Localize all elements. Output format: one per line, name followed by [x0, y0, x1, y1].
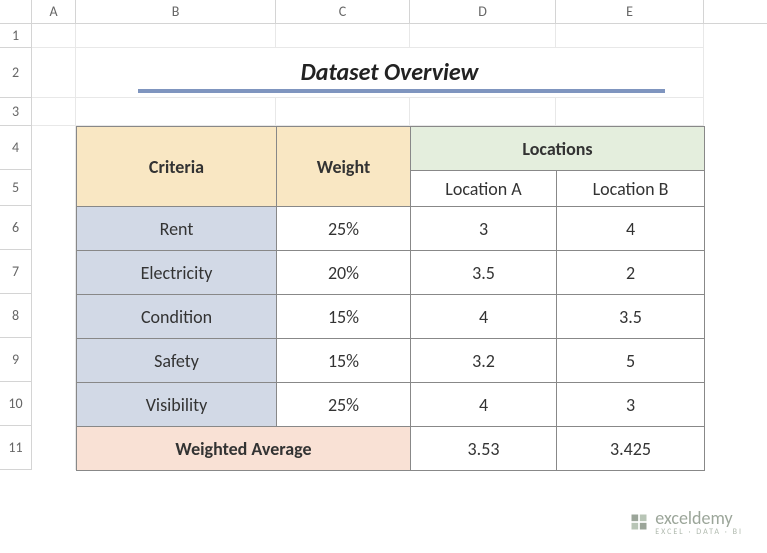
weighted-average-label[interactable]: Weighted Average [77, 427, 411, 471]
cell-D1[interactable] [410, 24, 556, 48]
brand-logo-icon [629, 512, 649, 532]
weighted-average-a[interactable]: 3.53 [411, 427, 557, 471]
criteria-cell[interactable]: Safety [77, 339, 277, 383]
header-weight[interactable]: Weight [277, 127, 411, 207]
table-row: Visibility 25% 4 3 [77, 383, 705, 427]
row-header-5[interactable]: 5 [0, 170, 32, 206]
header-criteria[interactable]: Criteria [77, 127, 277, 207]
loc-a-cell[interactable]: 4 [411, 383, 557, 427]
page-title-text: Dataset Overview [301, 58, 479, 87]
title-underline [138, 89, 665, 93]
loc-b-cell[interactable]: 2 [557, 251, 705, 295]
criteria-cell[interactable]: Condition [77, 295, 277, 339]
watermark-tagline: EXCEL · DATA · BI [655, 527, 743, 537]
cell-C1[interactable] [276, 24, 410, 48]
col-header-C[interactable]: C [276, 0, 410, 23]
cell-A-gutter[interactable] [32, 126, 76, 470]
column-header-row: A B C D E [0, 0, 767, 24]
header-locations[interactable]: Locations [411, 127, 705, 171]
select-all-corner[interactable] [0, 0, 32, 23]
loc-a-cell[interactable]: 3 [411, 207, 557, 251]
col-header-B[interactable]: B [76, 0, 276, 23]
table-row: Rent 25% 3 4 [77, 207, 705, 251]
weight-cell[interactable]: 25% [277, 207, 411, 251]
row-header-6[interactable]: 6 [0, 206, 32, 250]
row-header-11[interactable]: 11 [0, 426, 32, 470]
cell-D3[interactable] [410, 98, 556, 126]
criteria-cell[interactable]: Electricity [77, 251, 277, 295]
table-row: Condition 15% 4 3.5 [77, 295, 705, 339]
row-header-4[interactable]: 4 [0, 126, 32, 170]
row-header-1[interactable]: 1 [0, 24, 32, 48]
loc-a-cell[interactable]: 3.2 [411, 339, 557, 383]
row-header-2[interactable]: 2 [0, 48, 32, 98]
loc-b-cell[interactable]: 5 [557, 339, 705, 383]
row-header-column: 1 2 3 4 5 6 7 8 9 10 11 [0, 24, 32, 470]
cell-A3[interactable] [32, 98, 76, 126]
cell-B3[interactable] [76, 98, 276, 126]
watermark: exceldemy EXCEL · DATA · BI [629, 507, 743, 537]
col-header-A[interactable]: A [32, 0, 76, 23]
watermark-brand: exceldemy [655, 507, 732, 529]
loc-b-cell[interactable]: 3.5 [557, 295, 705, 339]
header-location-b[interactable]: Location B [557, 171, 705, 207]
weight-cell[interactable]: 15% [277, 339, 411, 383]
page-title[interactable]: Dataset Overview [76, 48, 704, 98]
cell-A1[interactable] [32, 24, 76, 48]
cell-E1[interactable] [556, 24, 704, 48]
row-header-8[interactable]: 8 [0, 294, 32, 338]
cell-A2[interactable] [32, 48, 76, 98]
weight-cell[interactable]: 15% [277, 295, 411, 339]
loc-b-cell[interactable]: 4 [557, 207, 705, 251]
table-row: Safety 15% 3.2 5 [77, 339, 705, 383]
col-header-D[interactable]: D [410, 0, 556, 23]
weight-cell[interactable]: 25% [277, 383, 411, 427]
loc-a-cell[interactable]: 4 [411, 295, 557, 339]
cell-B1[interactable] [76, 24, 276, 48]
criteria-cell[interactable]: Visibility [77, 383, 277, 427]
weighted-average-b[interactable]: 3.425 [557, 427, 705, 471]
row-header-9[interactable]: 9 [0, 338, 32, 382]
cell-C3[interactable] [276, 98, 410, 126]
loc-a-cell[interactable]: 3.5 [411, 251, 557, 295]
row-header-3[interactable]: 3 [0, 98, 32, 126]
worksheet-grid: Dataset Overview Criteria Weight Locatio… [32, 24, 705, 471]
header-location-a[interactable]: Location A [411, 171, 557, 207]
row-header-10[interactable]: 10 [0, 382, 32, 426]
criteria-cell[interactable]: Rent [77, 207, 277, 251]
weighted-average-row: Weighted Average 3.53 3.425 [77, 427, 705, 471]
data-table: Criteria Weight Locations Location A Loc… [76, 126, 705, 471]
row-header-7[interactable]: 7 [0, 250, 32, 294]
col-header-E[interactable]: E [556, 0, 704, 23]
loc-b-cell[interactable]: 3 [557, 383, 705, 427]
cell-E3[interactable] [556, 98, 704, 126]
weight-cell[interactable]: 20% [277, 251, 411, 295]
table-row: Electricity 20% 3.5 2 [77, 251, 705, 295]
